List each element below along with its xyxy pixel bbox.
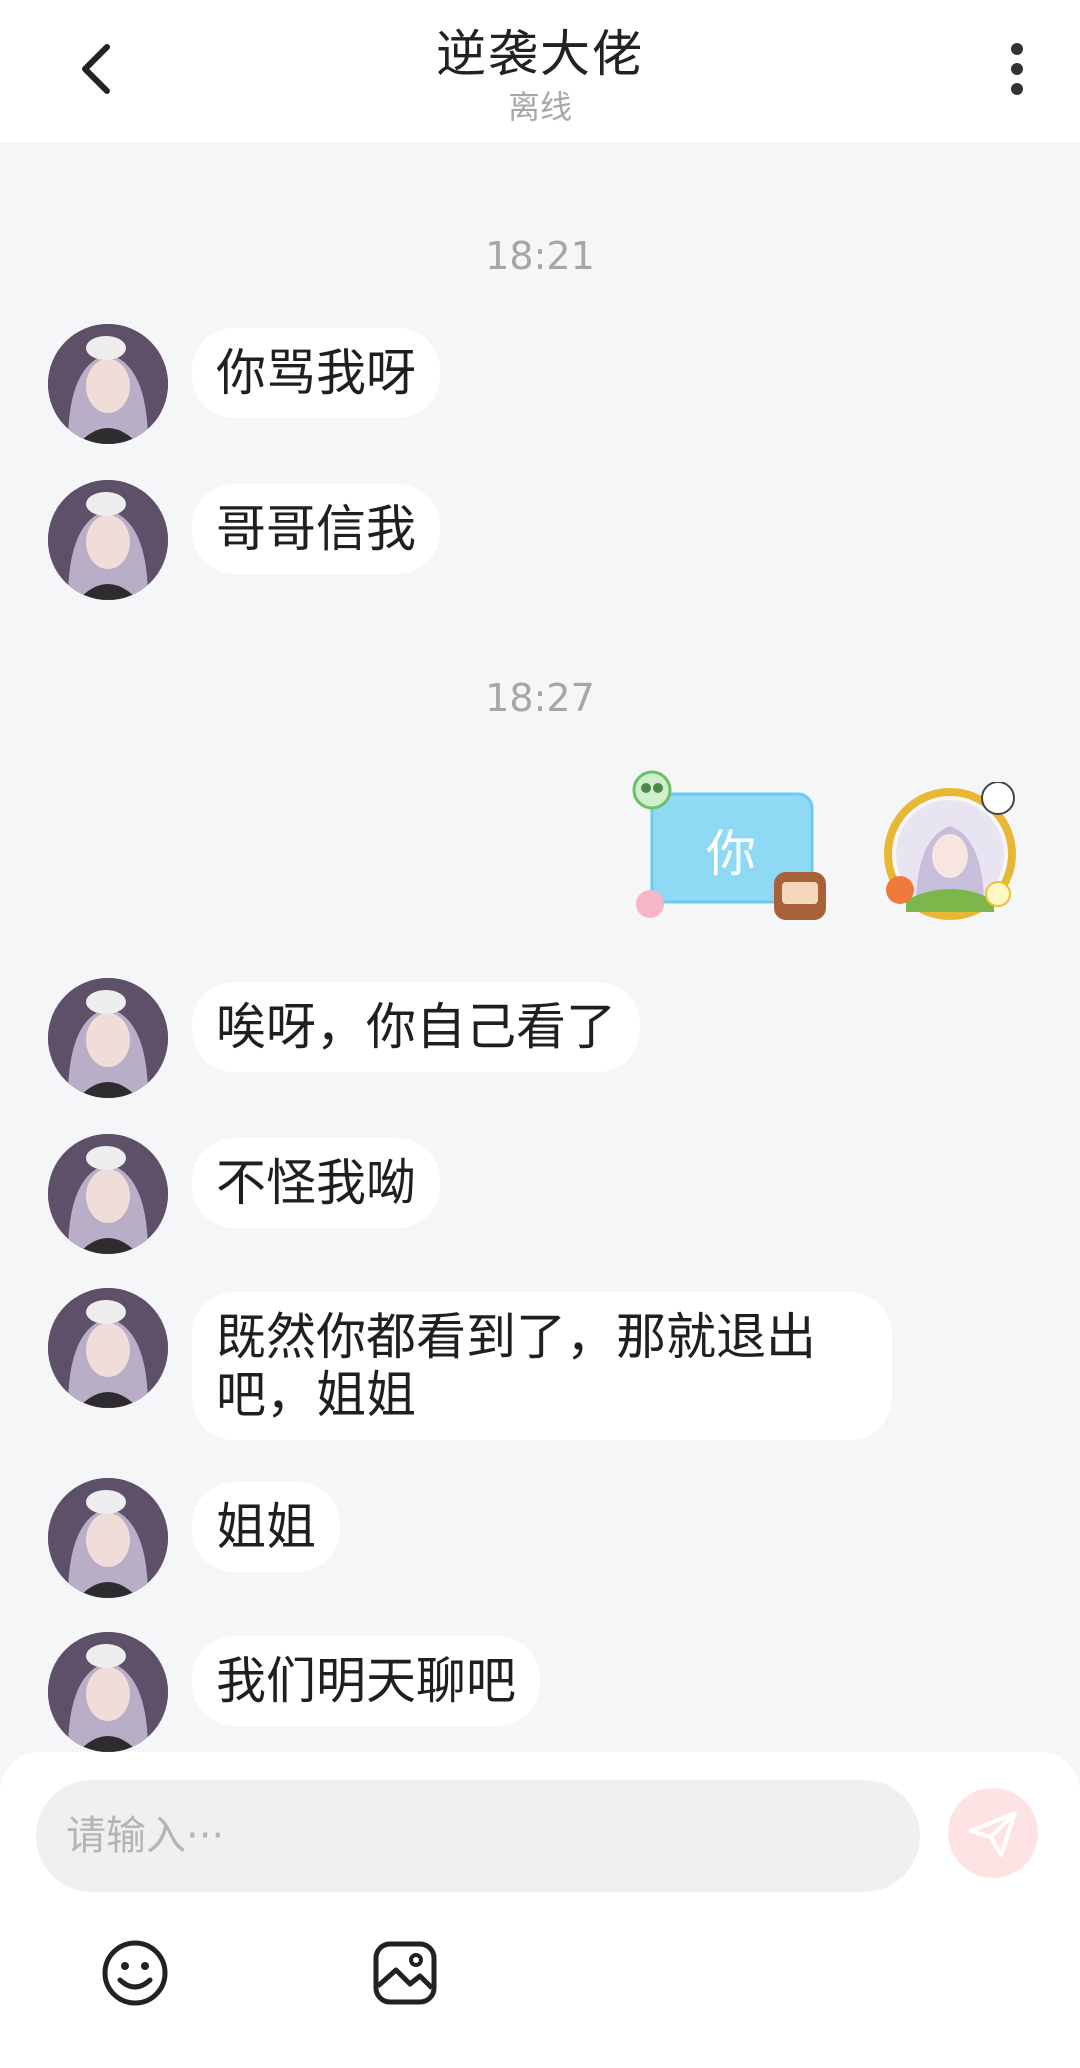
page-title: 逆袭大佬 [436,25,644,83]
chat-screen: 逆袭大佬 离线 18:21 你骂我呀 哥哥信我 18:27 你 唉呀，你自己看了… [0,0,1080,2068]
send-icon [969,1811,1017,1857]
avatar-image [48,480,168,600]
avatar-image [48,1632,168,1752]
composer-bar [0,1752,1080,2068]
avatar-image [48,1478,168,1598]
online-status: 离线 [507,88,572,126]
avatar-image [48,324,168,444]
more-button[interactable] [992,34,1042,104]
message-input[interactable] [66,1813,886,1859]
message-bubble[interactable]: 哥哥信我 [192,484,440,574]
message-row: 哥哥信我 [48,480,440,600]
message-row: 唉呀，你自己看了 [48,978,640,1098]
my-avatar[interactable] [880,781,1020,922]
message-bubble[interactable]: 我们明天聊吧 [192,1636,540,1726]
message-row: 姐姐 [48,1478,340,1598]
message-bubble[interactable]: 不怪我呦 [192,1138,440,1228]
timestamp: 18:27 [485,676,595,720]
more-vertical-icon [1011,43,1023,95]
contact-avatar[interactable] [48,1288,168,1408]
contact-avatar[interactable] [48,1478,168,1598]
send-button[interactable] [948,1788,1038,1878]
message-bubble[interactable]: 你骂我呀 [192,328,440,418]
avatar-frame-image [884,781,1016,920]
sticker-text: 你 [706,825,756,883]
message-input-wrapper[interactable] [36,1780,920,1892]
contact-avatar[interactable] [48,324,168,444]
image-icon [373,1941,437,2005]
contact-avatar[interactable] [48,480,168,600]
timestamp: 18:21 [485,234,595,278]
avatar-image [48,1288,168,1408]
message-row: 我们明天聊吧 [48,1632,540,1752]
message-row: 既然你都看到了，那就退出吧，姐姐 [48,1288,892,1440]
emoji-button[interactable] [100,1938,170,2008]
message-bubble[interactable]: 既然你都看到了，那就退出吧，姐姐 [192,1292,892,1440]
sent-sticker[interactable]: 你 [626,764,846,924]
contact-avatar[interactable] [48,978,168,1098]
message-row: 你骂我呀 [48,324,440,444]
chat-header: 逆袭大佬 离线 [0,0,1080,142]
message-row: 不怪我呦 [48,1134,440,1254]
message-bubble[interactable]: 唉呀，你自己看了 [192,982,640,1072]
avatar-image [48,1134,168,1254]
emoji-icon [102,1940,168,2006]
avatar-image [48,978,168,1098]
message-list[interactable]: 18:21 你骂我呀 哥哥信我 18:27 你 唉呀，你自己看了 不怪我呦 既然… [0,142,1080,1752]
contact-avatar[interactable] [48,1134,168,1254]
image-button[interactable] [370,1938,440,2008]
message-bubble[interactable]: 姐姐 [192,1482,340,1572]
contact-avatar[interactable] [48,1632,168,1752]
